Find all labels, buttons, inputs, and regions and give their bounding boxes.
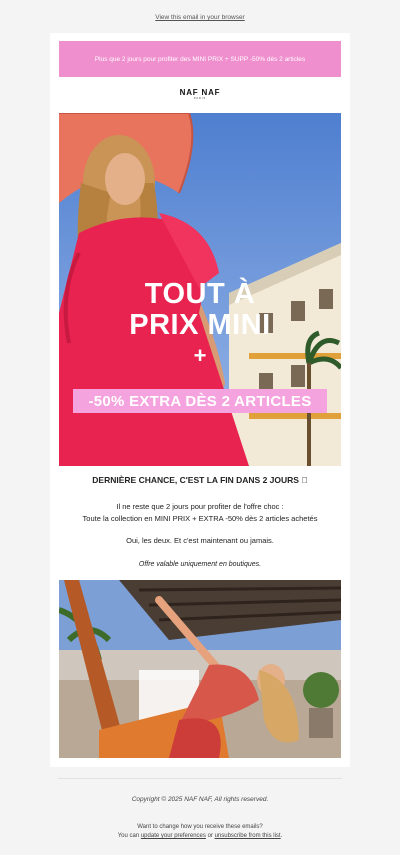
body-line-2: Toute la collection en MINI PRIX + EXTRA…	[82, 514, 318, 523]
secondary-image[interactable]	[59, 580, 341, 758]
preferences-block: Want to change how you receive these ema…	[0, 823, 400, 841]
body-line-1: Il ne reste que 2 jours pour profiter de…	[116, 502, 284, 511]
body-text-offer: Il ne reste que 2 jours pour profiter de…	[50, 501, 350, 525]
hero-title: TOUT À PRIX MINI	[59, 279, 341, 341]
view-in-browser-link[interactable]: View this email in your browser	[0, 0, 400, 34]
brand-logo[interactable]: NAF NAF PARIS	[50, 88, 350, 100]
hero-title-line1: TOUT À	[144, 278, 256, 310]
prefs-end: .	[280, 833, 283, 839]
footer-divider	[58, 778, 342, 779]
prefs-or: or	[207, 833, 213, 839]
promo-banner-text: Plus que 2 jours pour profiter des MINI …	[94, 55, 306, 63]
hero-plus: +	[193, 343, 207, 368]
offer-note: Offre valable uniquement en boutiques.	[138, 561, 262, 568]
email-card: Plus que 2 jours pour profiter des MINI …	[50, 33, 350, 767]
hero-discount-band: -50% EXTRA DÈS 2 ARTICLES	[73, 389, 327, 413]
prefs-line: You can update your preferences or unsub…	[0, 832, 400, 841]
hero-title-line2: PRIX MINI	[129, 309, 271, 341]
headline: DERNIÈRE CHANCE, C'EST LA FIN DANS 2 JOU…	[92, 475, 308, 485]
copyright-text: Copyright © 2025 NAF NAF, All rights res…	[131, 796, 269, 803]
body-text-emphasis: Oui, les deux. Et c'est maintenant ou ja…	[126, 536, 274, 545]
hero-image[interactable]: TOUT À PRIX MINI + -50% EXTRA DÈS 2 ARTI…	[59, 113, 341, 466]
update-preferences-link[interactable]: update your preferences	[141, 833, 206, 839]
prefs-question: Want to change how you receive these ema…	[137, 824, 263, 830]
prefs-prefix: You can	[117, 833, 140, 839]
logo-subtext: PARIS	[193, 97, 207, 100]
hero-discount-text: -50% EXTRA DÈS 2 ARTICLES	[88, 392, 312, 410]
promo-banner[interactable]: Plus que 2 jours pour profiter des MINI …	[59, 41, 341, 77]
unsubscribe-link[interactable]: unsubscribe from this list	[215, 833, 281, 839]
logo-text: NAF NAF	[179, 88, 221, 97]
secondary-photo-illustration	[59, 580, 341, 758]
